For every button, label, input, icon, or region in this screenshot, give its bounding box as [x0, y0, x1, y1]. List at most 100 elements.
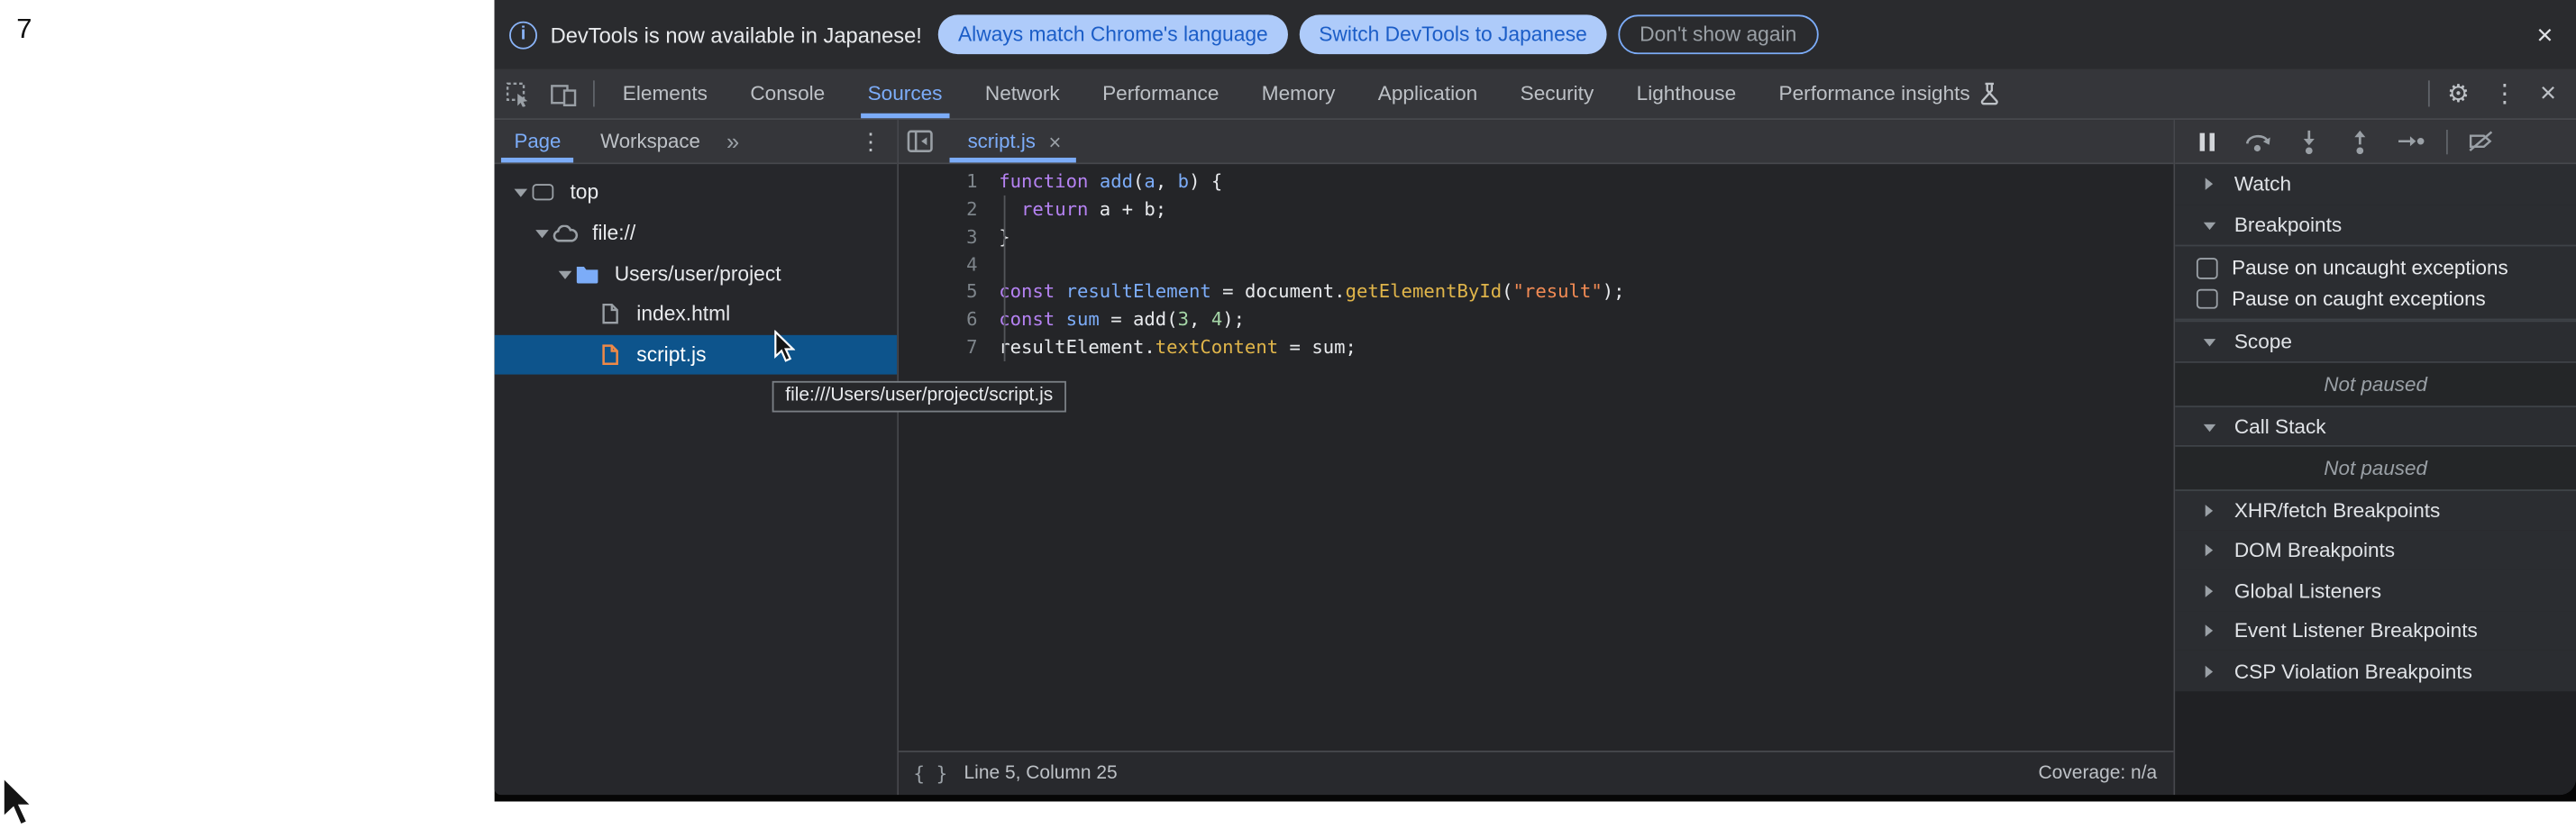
- step-over-icon[interactable]: [2243, 130, 2272, 153]
- tree-item-label: file://: [592, 222, 635, 245]
- navigator-tab-page[interactable]: Page: [495, 120, 581, 162]
- tree-item-file-[interactable]: file://: [495, 213, 898, 253]
- expander-icon[interactable]: [533, 222, 551, 245]
- chevron-right-icon[interactable]: [2200, 584, 2218, 597]
- section-csp-violation-breakpoints[interactable]: CSP Violation Breakpoints: [2175, 651, 2576, 691]
- settings-gear-icon[interactable]: ⚙: [2435, 78, 2480, 108]
- more-tabs-icon[interactable]: »: [720, 128, 746, 154]
- tree-item-top[interactable]: top: [495, 172, 898, 213]
- file-tree: top file:// Users/user/projectindex.htmlsc…: [495, 164, 898, 795]
- tree-item-script-js[interactable]: script.js: [495, 334, 898, 375]
- section-breakpoints[interactable]: Breakpoints: [2175, 205, 2576, 245]
- frame-icon: [529, 185, 557, 201]
- indent-guide: [1004, 196, 1006, 360]
- deactivate-breakpoints-icon[interactable]: [2466, 130, 2496, 153]
- toggle-navigator-icon[interactable]: [899, 130, 941, 153]
- dont-show-again-button[interactable]: Don't show again: [1618, 14, 1817, 54]
- flask-icon: [1970, 82, 2000, 105]
- devtools-close-icon[interactable]: ×: [2528, 77, 2568, 110]
- section-global-listeners[interactable]: Global Listeners: [2175, 570, 2576, 611]
- step-out-icon[interactable]: [2344, 129, 2374, 153]
- coverage-label: Coverage: n/a: [2039, 764, 2158, 784]
- tab-sources[interactable]: Sources: [846, 69, 964, 119]
- line-number: 2: [899, 199, 999, 221]
- code-line-6: 6const sum = add(3, 4);: [899, 305, 2173, 333]
- step-into-icon[interactable]: [2293, 129, 2323, 153]
- breakpoints-options: Pause on uncaught exceptionsPause on cau…: [2175, 245, 2576, 322]
- chevron-right-icon[interactable]: [2200, 665, 2218, 679]
- line-number: 3: [899, 226, 999, 248]
- tree-item-index-html[interactable]: index.html: [495, 294, 898, 334]
- step-icon[interactable]: [2395, 133, 2425, 150]
- tab-lighthouse[interactable]: Lighthouse: [1615, 69, 1758, 119]
- checkbox[interactable]: [2197, 288, 2217, 309]
- section-xhr-fetch-breakpoints[interactable]: XHR/fetch Breakpoints: [2175, 490, 2576, 531]
- tab-label: Elements: [623, 82, 708, 105]
- tooltip-text: file:///Users/user/project/script.js: [785, 387, 1053, 406]
- section-label: Call Stack: [2234, 414, 2326, 438]
- code-line-1: 1function add(a, b) {: [899, 169, 2173, 196]
- tree-item-users-user-project[interactable]: Users/user/project: [495, 253, 898, 294]
- code-line-4: 4: [899, 251, 2173, 278]
- checkbox[interactable]: [2197, 258, 2217, 278]
- switch-to-japanese-button[interactable]: Switch DevTools to Japanese: [1299, 14, 1606, 54]
- sources-panel: PageWorkspace » ⋮ top file:// Users/user/p…: [495, 120, 2576, 795]
- tab-console[interactable]: Console: [729, 69, 846, 119]
- checkbox-label: Pause on caught exceptions: [2232, 287, 2486, 311]
- cursor-position-label: Line 5, Column 25: [964, 764, 1118, 784]
- inspect-icon[interactable]: [495, 69, 541, 119]
- info-icon: i: [509, 21, 537, 49]
- device-toolbar-icon[interactable]: [541, 69, 587, 119]
- expander-icon[interactable]: [511, 181, 529, 205]
- tab-elements[interactable]: Elements: [601, 69, 729, 119]
- navigator-menu-icon[interactable]: ⋮: [845, 127, 897, 155]
- chevron-right-icon[interactable]: [2200, 505, 2218, 518]
- chevron-down-icon[interactable]: [2200, 414, 2218, 438]
- navigator-tab-workspace[interactable]: Workspace: [580, 120, 719, 162]
- code-text: const resultElement = document.getElemen…: [999, 281, 1624, 303]
- chevron-down-icon[interactable]: [2200, 331, 2218, 354]
- code-line-3: 3}: [899, 223, 2173, 251]
- section-scope[interactable]: Scope: [2175, 321, 2576, 361]
- tab-label: Performance: [1102, 82, 1219, 105]
- section-dom-breakpoints[interactable]: DOM Breakpoints: [2175, 531, 2576, 571]
- expander-icon[interactable]: [555, 262, 573, 286]
- tab-performance-insights[interactable]: Performance insights: [1758, 69, 2021, 119]
- section-call-stack[interactable]: Call Stack: [2175, 405, 2576, 446]
- match-language-button[interactable]: Always match Chrome's language: [938, 14, 1287, 54]
- tab-label: Console: [750, 82, 825, 105]
- code-text: resultElement.textContent = sum;: [999, 336, 1357, 358]
- tab-security[interactable]: Security: [1499, 69, 1615, 119]
- editor-tab-script-js[interactable]: script.js ×: [950, 120, 1076, 162]
- infobar-close-icon[interactable]: ×: [2536, 21, 2553, 49]
- pause-icon[interactable]: [2191, 131, 2221, 152]
- tab-memory[interactable]: Memory: [1240, 69, 1357, 119]
- chevron-right-icon[interactable]: [2200, 178, 2218, 191]
- code-editor[interactable]: 1function add(a, b) {2 return a + b;3}45…: [899, 164, 2173, 751]
- chevron-right-icon[interactable]: [2200, 544, 2218, 558]
- chevron-right-icon[interactable]: [2200, 624, 2218, 638]
- tab-network[interactable]: Network: [964, 69, 1081, 119]
- section-event-listener-breakpoints[interactable]: Event Listener Breakpoints: [2175, 611, 2576, 651]
- not-paused-message: Not paused: [2175, 446, 2576, 490]
- code-text: function add(a, b) {: [999, 171, 1222, 193]
- tab-performance[interactable]: Performance: [1081, 69, 1240, 119]
- code-line-5: 5const resultElement = document.getEleme…: [899, 278, 2173, 306]
- pretty-print-icon[interactable]: { }: [913, 762, 947, 786]
- more-options-icon[interactable]: ⋮: [2480, 78, 2528, 108]
- screenshot-viewport: 7 i DevTools is now available in Japanes…: [0, 0, 2576, 801]
- infobar-message: DevTools is now available in Japanese!: [551, 23, 922, 47]
- chevron-down-icon[interactable]: [2200, 213, 2218, 236]
- checkbox-row: Pause on caught exceptions: [2175, 284, 2576, 314]
- debugger-sections: WatchBreakpointsPause on uncaught except…: [2175, 164, 2576, 691]
- tab-close-icon[interactable]: ×: [1048, 129, 1061, 153]
- sidebar-empty-area: [2175, 691, 2576, 795]
- tab-application[interactable]: Application: [1357, 69, 1499, 119]
- tab-label: Application: [1378, 82, 1478, 105]
- tab-label: Memory: [1262, 82, 1336, 105]
- tab-label: Sources: [868, 82, 943, 105]
- section-watch[interactable]: Watch: [2175, 164, 2576, 205]
- folder-icon: [573, 264, 601, 284]
- navigator-pane: PageWorkspace » ⋮ top file:// Users/user/p…: [495, 120, 899, 795]
- file-path-tooltip: file:///Users/user/project/script.js: [772, 380, 1066, 413]
